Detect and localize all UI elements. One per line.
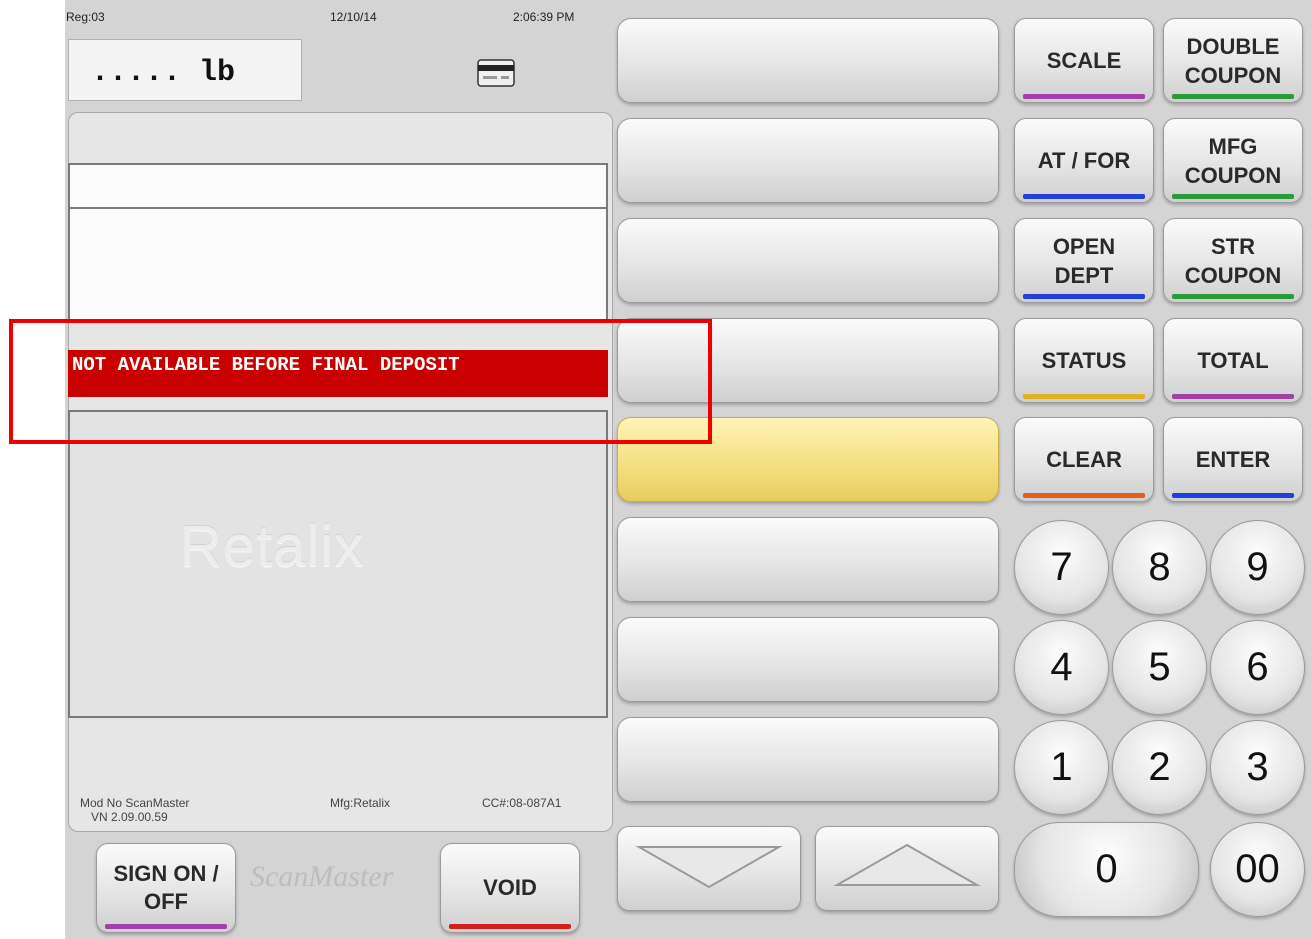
- clear-color-bar: [1023, 493, 1145, 498]
- mfg-coupon-label-1: MFG: [1208, 133, 1258, 159]
- total-label: TOTAL: [1197, 348, 1269, 373]
- enter-label: ENTER: [1195, 447, 1271, 472]
- clear-label: CLEAR: [1046, 447, 1122, 472]
- at-for-color-bar: [1023, 194, 1145, 199]
- soft-key-7[interactable]: [617, 617, 999, 702]
- receipt-area: [68, 209, 608, 323]
- open-dept-color-bar: [1023, 294, 1145, 299]
- scale-button[interactable]: SCALE: [1014, 18, 1154, 103]
- void-button[interactable]: VOID: [440, 843, 580, 933]
- arrow-up-icon: [832, 841, 982, 896]
- key-7[interactable]: 7: [1014, 520, 1109, 615]
- str-coupon-label-1: STR: [1211, 233, 1255, 259]
- scroll-up-button[interactable]: [815, 826, 999, 911]
- scanmaster-logo: ScanMaster: [250, 860, 394, 893]
- total-button[interactable]: TOTAL: [1163, 318, 1303, 403]
- soft-key-3[interactable]: [617, 218, 999, 303]
- soft-key-2[interactable]: [617, 118, 999, 203]
- date-label: 12/10/14: [330, 10, 377, 24]
- at-for-label: AT / FOR: [1037, 148, 1131, 173]
- mfg-coupon-button[interactable]: MFG COUPON: [1163, 118, 1303, 203]
- key-4[interactable]: 4: [1014, 620, 1109, 715]
- soft-key-6[interactable]: [617, 517, 999, 602]
- register-label: Reg:03: [66, 10, 105, 24]
- sign-on-label-line2: OFF: [144, 889, 188, 914]
- scale-color-bar: [1023, 94, 1145, 99]
- mfg-coupon-color-bar: [1172, 194, 1294, 199]
- key-9[interactable]: 9: [1210, 520, 1305, 615]
- open-dept-button[interactable]: OPEN DEPT: [1014, 218, 1154, 303]
- str-coupon-color-bar: [1172, 294, 1294, 299]
- manufacturer-label: Mfg:Retalix: [330, 796, 391, 810]
- retalix-watermark: Retalix: [180, 514, 365, 579]
- scroll-down-button[interactable]: [617, 826, 801, 911]
- void-label: VOID: [483, 875, 537, 900]
- double-coupon-label-1: DOUBLE: [1186, 33, 1280, 59]
- sign-on-off-button[interactable]: SIGN ON / OFF: [96, 843, 236, 933]
- status-button[interactable]: STATUS: [1014, 318, 1154, 403]
- soft-key-8[interactable]: [617, 717, 999, 802]
- str-coupon-label-2: COUPON: [1184, 262, 1282, 288]
- credit-card-icon: [477, 59, 515, 87]
- mfg-coupon-label-2: COUPON: [1184, 162, 1282, 188]
- key-0[interactable]: 0: [1014, 822, 1199, 917]
- version-label: VN 2.09.00.59: [91, 810, 168, 824]
- scale-label: SCALE: [1046, 48, 1122, 73]
- open-dept-label-1: OPEN: [1052, 233, 1116, 259]
- model-label: Mod No ScanMaster: [80, 796, 190, 810]
- key-1[interactable]: 1: [1014, 720, 1109, 815]
- str-coupon-button[interactable]: STR COUPON: [1163, 218, 1303, 303]
- soft-key-1[interactable]: [617, 18, 999, 103]
- total-color-bar: [1172, 394, 1294, 399]
- key-2[interactable]: 2: [1112, 720, 1207, 815]
- time-label: 2:06:39 PM: [513, 10, 575, 24]
- status-color-bar: [1023, 394, 1145, 399]
- open-dept-label-2: DEPT: [1054, 262, 1114, 288]
- clear-button[interactable]: CLEAR: [1014, 417, 1154, 502]
- void-color-bar: [449, 924, 571, 929]
- at-for-button[interactable]: AT / FOR: [1014, 118, 1154, 203]
- enter-button[interactable]: ENTER: [1163, 417, 1303, 502]
- arrow-down-icon: [634, 841, 784, 896]
- key-8[interactable]: 8: [1112, 520, 1207, 615]
- sign-on-label-line1: SIGN ON /: [113, 861, 219, 886]
- status-label: STATUS: [1041, 348, 1127, 373]
- enter-color-bar: [1172, 493, 1294, 498]
- weight-display: ..... lb: [68, 39, 302, 101]
- certificate-label: CC#:08-087A1: [482, 796, 562, 810]
- sign-on-color-bar: [105, 924, 227, 929]
- key-3[interactable]: 3: [1210, 720, 1305, 815]
- highlight-box: [9, 319, 712, 444]
- key-00[interactable]: 00: [1210, 822, 1305, 917]
- double-coupon-label-2: COUPON: [1184, 62, 1282, 88]
- double-coupon-color-bar: [1172, 94, 1294, 99]
- double-coupon-button[interactable]: DOUBLE COUPON: [1163, 18, 1303, 103]
- item-entry-field: [68, 163, 608, 209]
- key-6[interactable]: 6: [1210, 620, 1305, 715]
- key-5[interactable]: 5: [1112, 620, 1207, 715]
